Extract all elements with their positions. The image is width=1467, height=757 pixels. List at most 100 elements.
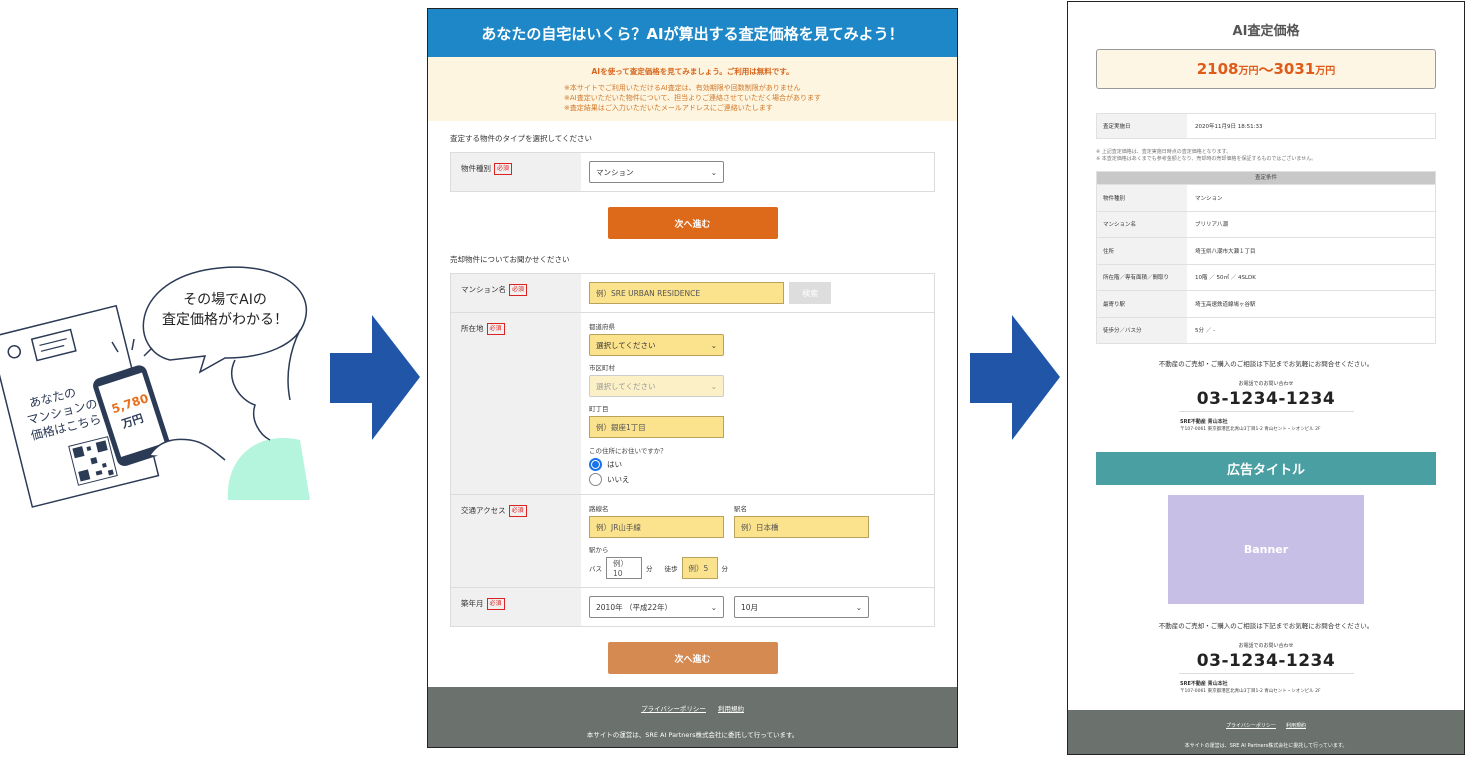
- property-type-select[interactable]: マンション ⌄: [589, 161, 724, 183]
- location-label: 所在地 必須: [451, 313, 581, 494]
- contact-lead: 不動産のご売却・ご購入のご相談は下記までお気軽にお問合せください。: [1158, 360, 1374, 368]
- price-unit: 万円: [1238, 65, 1259, 77]
- chevron-down-icon: ⌄: [710, 167, 717, 177]
- company-address: 〒107-0061 東京都港区北青山3丁目1-2 青山セント・シオンビル 2F: [1180, 689, 1321, 694]
- location-cell: 都道府県 選択してください ⌄ 市区町村 選択してください ⌄ 町丁目 例）銀座…: [581, 313, 934, 494]
- company-name: SRE不動産 青山本社: [1180, 419, 1228, 425]
- condition-value: 10階 ／ 50㎡ ／ 4SLDK: [1195, 275, 1256, 282]
- date-key: 査定実施日: [1097, 114, 1187, 138]
- built-month-value: 10月: [741, 602, 759, 612]
- row-built: 築年月 必須 2010年 （平成22年） ⌄ 10月 ⌄: [451, 588, 934, 626]
- city-select[interactable]: 選択してください ⌄: [589, 375, 724, 397]
- form-notice: AIを使って査定価格を見てみましょう。ご利用は無料です。 ※本サイトでご利用いた…: [428, 57, 957, 121]
- divider: [1178, 411, 1354, 412]
- price-range: 2108 万円 〜 3031 万円: [1096, 49, 1436, 89]
- line-label: 路線名: [589, 505, 609, 513]
- prefecture-label: 都道府県: [589, 323, 615, 331]
- notice-main: AIを使って査定価格を見てみましょう。ご利用は無料です。: [591, 67, 794, 76]
- label-text: マンション名: [461, 285, 506, 294]
- bus-minutes-input[interactable]: 例）10: [606, 557, 642, 579]
- tel-number[interactable]: 03-1234-1234: [1068, 389, 1464, 409]
- chevron-down-icon: ⌄: [710, 602, 717, 612]
- tel-number[interactable]: 03-1234-1234: [1068, 651, 1464, 671]
- radio-unchecked-icon: [589, 473, 602, 486]
- condition-row: 住所 埼玉県八潮市大瀬１丁目: [1097, 237, 1435, 264]
- search-button[interactable]: 検索: [789, 282, 832, 304]
- condition-value: 5分 ／ -: [1195, 328, 1215, 335]
- label-text: 物件種別: [461, 164, 491, 173]
- line-input[interactable]: 例）JR山手線: [589, 516, 724, 538]
- prefecture-select[interactable]: 選択してください ⌄: [589, 334, 724, 356]
- ad-banner[interactable]: Banner: [1168, 495, 1364, 604]
- section-title-property: 売却物件についてお聞かせください: [450, 255, 570, 264]
- form-header: あなたの自宅はいくら？AIが算出する査定価格を見てみよう！: [428, 9, 957, 57]
- tel-label: お電話でのお問い合わせ: [1238, 381, 1294, 387]
- company-name: SRE不動産 青山本社: [1180, 681, 1228, 687]
- note-line: ※ 本査定価格はあくまでも参考金額となり、売却時の売却価格を保証するものではござ…: [1096, 156, 1317, 162]
- divider: [1178, 673, 1354, 674]
- price-unit: 万円: [1315, 65, 1336, 77]
- built-year-value: 2010年 （平成22年）: [596, 602, 673, 612]
- built-month-select[interactable]: 10月 ⌄: [734, 596, 869, 618]
- radio-yes[interactable]: はい: [589, 458, 926, 471]
- property-type-label: 物件種別 必須: [451, 153, 581, 191]
- condition-row: 物件種別 マンション: [1097, 184, 1435, 211]
- condition-key: 徒歩分／バス分: [1097, 317, 1187, 343]
- mansion-name-cell: 例）SRE URBAN RESIDENCE 検索: [581, 274, 934, 312]
- next-button-bottom[interactable]: 次へ進む: [607, 642, 778, 674]
- terms-link[interactable]: 利用規約: [718, 703, 744, 713]
- arrow-right-icon: [330, 315, 420, 440]
- walk-minutes-input[interactable]: 例）5: [681, 557, 718, 579]
- price-separator: 〜: [1258, 60, 1274, 79]
- assessment-form-screen: あなたの自宅はいくら？AIが算出する査定価格を見てみよう！ AIを使って査定価格…: [427, 8, 958, 748]
- row-location: 所在地 必須 都道府県 選択してください ⌄ 市区町村 選択してください ⌄ 町…: [451, 313, 934, 495]
- minutes-unit: 分: [646, 565, 653, 573]
- result-notes: ※ 上記査定価格は、査定実施日時点の査定価格となります。 ※ 本査定価格はあくま…: [1096, 149, 1436, 163]
- result-title: AI査定価格: [1232, 24, 1300, 39]
- radio-yes-label: はい: [607, 460, 622, 469]
- condition-row: マンション名 ブリリア八潮: [1097, 210, 1435, 237]
- condition-key: 所在階／専有面積／間取り: [1097, 264, 1187, 290]
- row-mansion-name: マンション名 必須 例）SRE URBAN RESIDENCE 検索: [451, 274, 934, 313]
- notice-line: ※AI査定いただいた物件について、担当よりご連絡させていただく場合があります: [564, 94, 822, 102]
- mansion-name-input[interactable]: 例）SRE URBAN RESIDENCE: [589, 282, 784, 304]
- property-type-cell: マンション ⌄: [581, 153, 934, 191]
- ad-title: 広告タイトル: [1096, 452, 1436, 485]
- prefecture-value: 選択してください: [596, 340, 656, 350]
- type-table: 物件種別 必須 マンション ⌄: [450, 152, 935, 192]
- mansion-name-label: マンション名 必須: [451, 274, 581, 312]
- minutes-unit: 分: [721, 565, 729, 573]
- access-cell: 路線名 例）JR山手線 駅名 例）日本橋 駅から バス 例）10 分 徒歩 例）…: [581, 495, 934, 587]
- terms-link[interactable]: 利用規約: [1286, 722, 1306, 729]
- price-low: 2108: [1196, 60, 1239, 78]
- station-input[interactable]: 例）日本橋: [734, 516, 869, 538]
- built-year-select[interactable]: 2010年 （平成22年） ⌄: [589, 596, 724, 618]
- row-access: 交通アクセス 必須 路線名 例）JR山手線 駅名 例）日本橋 駅から バス 例）…: [451, 495, 934, 588]
- footer-note: 本サイトの運営は、SRE AI Partners株式会社に委託して行っています。: [1184, 743, 1348, 749]
- radio-no[interactable]: いいえ: [589, 473, 926, 486]
- condition-key: 最寄り駅: [1097, 291, 1187, 317]
- contact-block: 不動産のご売却・ご購入のご相談は下記までお気軽にお問合せください。 お電話でのお…: [1068, 358, 1464, 432]
- privacy-policy-link[interactable]: プライバシーポリシー: [641, 703, 706, 713]
- next-button[interactable]: 次へ進む: [607, 207, 778, 239]
- privacy-policy-link[interactable]: プライバシーポリシー: [1226, 722, 1276, 729]
- conditions-table: 査定条件 物件種別 マンション マンション名 ブリリア八潮 住所 埼玉県八潮市大…: [1096, 171, 1436, 344]
- station-label: 駅名: [734, 505, 747, 513]
- bus-label: バス: [589, 565, 602, 573]
- town-label: 町丁目: [589, 405, 609, 413]
- arrow-right-icon: [970, 315, 1060, 440]
- price-high: 3031: [1273, 60, 1316, 78]
- required-badge: 必須: [486, 598, 505, 610]
- date-value: 2020年11月9日 18:51:33: [1195, 124, 1263, 130]
- label-text: 所在地: [461, 324, 484, 333]
- condition-key: 住所: [1097, 238, 1187, 264]
- label-text: 築年月: [461, 599, 484, 608]
- condition-value: 埼玉県八潮市大瀬１丁目: [1195, 248, 1256, 255]
- town-input[interactable]: 例）銀座1丁目: [589, 416, 724, 438]
- bubble-line-1: その場でAIの: [183, 292, 267, 308]
- required-badge: 必須: [494, 163, 513, 175]
- built-cell: 2010年 （平成22年） ⌄ 10月 ⌄: [581, 588, 934, 626]
- form-footer: プライバシーポリシー 利用規約 本サイトの運営は、SRE AI Partners…: [428, 687, 957, 747]
- footer-note: 本サイトの運営は、SRE AI Partners株式会社に委託して行っています。: [586, 731, 799, 739]
- access-label: 交通アクセス 必須: [451, 495, 581, 587]
